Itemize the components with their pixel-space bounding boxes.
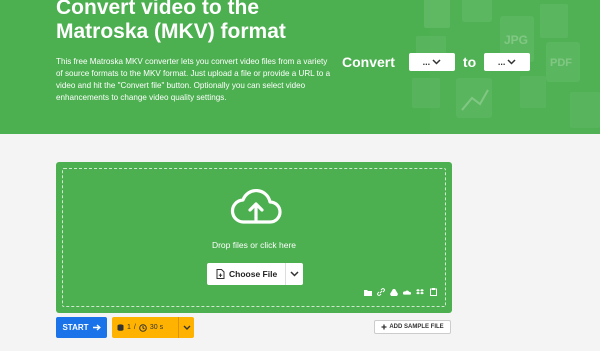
- hero-banner: JPG PDF Convert video to the Matroska (M…: [0, 0, 600, 134]
- database-icon: [117, 324, 124, 331]
- limits-dropdown[interactable]: [178, 317, 194, 338]
- choose-file-button[interactable]: Choose File: [207, 263, 303, 285]
- clock-icon: [139, 323, 147, 332]
- limits-summary[interactable]: 1 / 30 s: [112, 323, 178, 332]
- page-description: This free Matroska MKV converter lets yo…: [56, 57, 331, 103]
- chevron-down-icon: [290, 271, 299, 277]
- add-sample-file-button[interactable]: ADD SAMPLE FILE: [374, 320, 451, 334]
- google-drive-icon[interactable]: [390, 288, 398, 296]
- start-label: START: [62, 323, 89, 332]
- arrow-right-icon: [92, 324, 101, 331]
- bg-pdf-label: PDF: [550, 57, 572, 69]
- to-label: to: [462, 54, 477, 70]
- choose-file-dropdown[interactable]: [285, 263, 303, 285]
- bg-jpg-label: JPG: [504, 33, 528, 47]
- upload-source-icons: [364, 288, 437, 296]
- limits-separator: /: [133, 324, 136, 331]
- dropzone-text: Drop files or click here: [211, 240, 297, 250]
- link-icon[interactable]: [377, 288, 385, 296]
- source-format-value: ...: [422, 57, 431, 67]
- file-add-icon: [216, 269, 225, 279]
- convert-label: Convert: [342, 54, 395, 70]
- choose-file-main[interactable]: Choose File: [207, 263, 285, 285]
- file-dropzone[interactable]: Drop files or click here Choose File: [56, 162, 452, 313]
- target-format-value: ...: [497, 57, 506, 67]
- chevron-down-icon: [432, 59, 441, 65]
- clipboard-icon[interactable]: [429, 288, 437, 296]
- time-limit: 30 s: [149, 324, 164, 331]
- onedrive-icon[interactable]: [403, 288, 411, 296]
- add-sample-label: ADD SAMPLE FILE: [389, 324, 444, 330]
- files-count: 1: [127, 324, 131, 331]
- page-title: Convert video to the Matroska (MKV) form…: [56, 0, 286, 43]
- start-button[interactable]: START: [56, 317, 107, 338]
- format-selector-row: Convert ... to ...: [342, 52, 531, 72]
- chevron-down-icon: [183, 325, 190, 330]
- dropzone-border: Drop files or click here Choose File: [62, 168, 446, 307]
- target-format-select[interactable]: ...: [484, 53, 531, 71]
- dropbox-icon[interactable]: [416, 288, 424, 296]
- chevron-down-icon: [507, 59, 516, 65]
- folder-icon[interactable]: [364, 288, 372, 296]
- plus-icon: [381, 324, 387, 330]
- choose-file-label: Choose File: [229, 269, 278, 279]
- conversion-limits-button[interactable]: 1 / 30 s: [112, 317, 194, 338]
- cloud-upload-icon: [230, 189, 282, 224]
- source-format-select[interactable]: ...: [408, 53, 455, 71]
